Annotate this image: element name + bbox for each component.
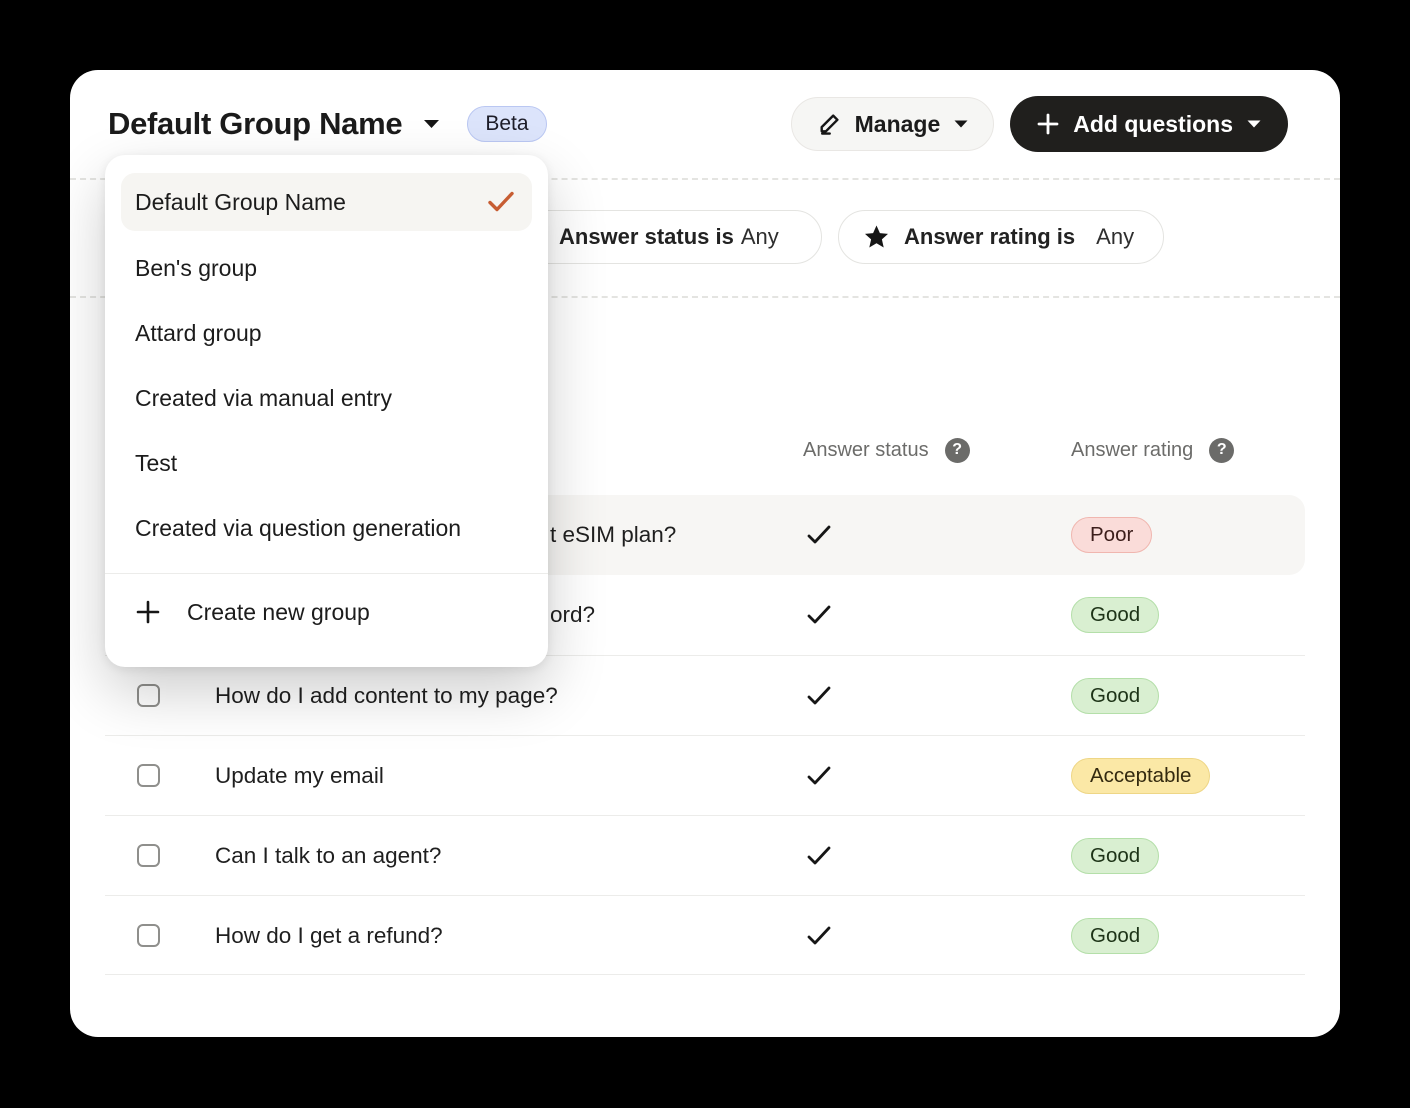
dropdown-item-label: Test [135, 450, 177, 477]
group-dropdown-menu: Default Group Name Ben's group Attard gr… [105, 155, 548, 667]
question-text: How do I add content to my page? [215, 656, 558, 736]
dropdown-item-selected[interactable]: Default Group Name [121, 173, 532, 231]
dropdown-item-label: Created via question generation [135, 515, 461, 542]
question-text: ord? [550, 575, 595, 655]
check-icon [486, 190, 516, 214]
plus-icon [1036, 112, 1060, 136]
answer-status-cell [805, 495, 833, 575]
dropdown-item[interactable]: Test [121, 431, 532, 496]
filter-label: Answer status is [559, 224, 734, 250]
chevron-down-icon[interactable] [422, 118, 441, 130]
panel-header: Default Group Name Beta Manage [108, 94, 1302, 154]
dropdown-item[interactable]: Attard group [121, 301, 532, 366]
questions-panel: Default Group Name Beta Manage [70, 70, 1340, 1037]
answer-rating-cell: Acceptable [1071, 736, 1210, 816]
answer-status-cell [805, 575, 833, 655]
chevron-down-icon [953, 119, 969, 129]
check-icon [805, 764, 833, 788]
manage-label: Manage [855, 111, 941, 138]
manage-button[interactable]: Manage [791, 97, 995, 151]
dropdown-item[interactable]: Created via question generation [121, 496, 532, 561]
header-actions: Manage Add questions [791, 94, 1288, 154]
create-new-group-label: Create new group [187, 599, 370, 626]
row-checkbox[interactable] [137, 924, 160, 947]
answer-rating-cell: Good [1071, 656, 1159, 736]
answer-status-cell [805, 656, 833, 736]
table-row[interactable]: Can I talk to an agent? Good [105, 815, 1305, 895]
rating-badge: Acceptable [1071, 758, 1210, 794]
add-questions-button[interactable]: Add questions [1010, 96, 1288, 152]
dropdown-item-label: Default Group Name [135, 189, 346, 216]
column-label: Answer rating [1071, 439, 1193, 462]
rating-badge: Good [1071, 678, 1159, 714]
row-checkbox[interactable] [137, 684, 160, 707]
table-row[interactable]: Update my email Acceptable [105, 735, 1305, 815]
table-row[interactable]: How do I get a refund? Good [105, 895, 1305, 975]
check-icon [805, 924, 833, 948]
chevron-down-icon [1246, 119, 1262, 129]
star-icon [863, 224, 890, 250]
question-text: Update my email [215, 736, 384, 816]
pencil-icon [816, 111, 842, 137]
create-new-group-button[interactable]: Create new group [121, 580, 532, 644]
group-title[interactable]: Default Group Name [108, 106, 402, 142]
dropdown-divider [105, 573, 548, 574]
add-questions-label: Add questions [1073, 111, 1233, 138]
question-text: How do I get a refund? [215, 896, 443, 976]
rating-badge: Poor [1071, 517, 1152, 553]
answer-rating-cell: Good [1071, 896, 1159, 976]
beta-badge: Beta [467, 106, 546, 142]
rating-badge: Good [1071, 918, 1159, 954]
answer-status-cell [805, 896, 833, 976]
answer-status-cell [805, 816, 833, 896]
column-answer-status: Answer status ? [803, 420, 970, 480]
column-answer-rating: Answer rating ? [1071, 420, 1234, 480]
dropdown-item-label: Attard group [135, 320, 262, 347]
filter-answer-rating[interactable]: Answer rating is Any [838, 210, 1164, 264]
dropdown-item-label: Created via manual entry [135, 385, 392, 412]
plus-icon [135, 599, 161, 625]
check-icon [805, 603, 833, 627]
table-row[interactable]: How do I add content to my page? Good [105, 655, 1305, 735]
answer-rating-cell: Good [1071, 816, 1159, 896]
row-checkbox[interactable] [137, 844, 160, 867]
dropdown-item[interactable]: Ben's group [121, 236, 532, 301]
question-text: t eSIM plan? [550, 495, 676, 575]
filter-label: Answer rating is [904, 224, 1075, 250]
answer-status-cell [805, 736, 833, 816]
dropdown-item-label: Ben's group [135, 255, 257, 282]
column-label: Answer status [803, 439, 929, 462]
help-icon[interactable]: ? [1209, 438, 1234, 463]
row-checkbox[interactable] [137, 764, 160, 787]
check-icon [805, 844, 833, 868]
filter-value: Any [741, 224, 779, 250]
check-icon [805, 684, 833, 708]
rating-badge: Good [1071, 597, 1159, 633]
help-icon[interactable]: ? [945, 438, 970, 463]
filter-value: Any [1096, 224, 1134, 250]
rating-badge: Good [1071, 838, 1159, 874]
check-icon [805, 523, 833, 547]
answer-rating-cell: Poor [1071, 495, 1152, 575]
dropdown-item[interactable]: Created via manual entry [121, 366, 532, 431]
answer-rating-cell: Good [1071, 575, 1159, 655]
question-text: Can I talk to an agent? [215, 816, 441, 896]
page-background: Default Group Name Beta Manage [0, 0, 1410, 1108]
